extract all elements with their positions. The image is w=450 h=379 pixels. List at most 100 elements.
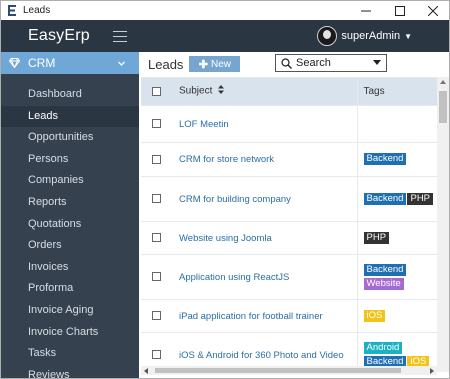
select-all-checkbox[interactable] <box>151 86 161 96</box>
search-dropdown[interactable]: Search <box>275 54 387 72</box>
search-icon <box>281 57 292 69</box>
dropdown-arrow-icon <box>373 60 381 65</box>
sidebar-item-proforma[interactable]: Proforma <box>1 278 139 300</box>
lead-subject-link[interactable]: LOF Meetin <box>179 119 229 130</box>
row-select-cell <box>141 176 171 222</box>
sidebar-item-tasks[interactable]: Tasks <box>1 343 139 365</box>
tag-badge: Backend <box>363 153 407 165</box>
sidebar-item-quotations[interactable]: Quotations <box>1 214 139 236</box>
table-row[interactable]: Website using Joomla PHP <box>141 221 437 255</box>
tag-badge: PHP <box>363 231 390 244</box>
row-select-cell <box>141 254 171 300</box>
tag-badge: iOS <box>363 309 386 322</box>
row-checkbox[interactable] <box>151 272 161 282</box>
minimize-icon <box>361 10 371 11</box>
sidebar-item-reports[interactable]: Reports <box>1 192 139 214</box>
sidebar-item-reviews[interactable]: Reviews <box>1 365 139 378</box>
minimize-button[interactable] <box>349 1 383 20</box>
lead-subject-link[interactable]: Website using Joomla <box>179 233 272 244</box>
subject-header-label: Subject <box>179 85 213 97</box>
sidebar-section-crm[interactable]: CRM <box>1 52 139 74</box>
sidebar-item-orders[interactable]: Orders <box>1 235 139 257</box>
tags-cell: BackendWebsite <box>357 254 437 300</box>
chevron-down-icon <box>118 58 125 66</box>
tags-cell: Backend PHP <box>357 176 437 222</box>
sidebar-item-invoice-aging[interactable]: Invoice Aging <box>1 300 139 322</box>
tag-badge: Backend <box>363 192 407 205</box>
table-row[interactable]: CRM for building company Backend PHP <box>141 176 437 222</box>
row-select-cell <box>141 221 171 255</box>
table-row[interactable]: CRM for store network Backend <box>141 142 437 177</box>
row-checkbox[interactable] <box>151 194 161 204</box>
lead-subject-link[interactable]: CRM for building company <box>179 194 291 205</box>
table-row[interactable]: iPad application for football trainer iOS <box>141 299 437 333</box>
sidebar-item-invoice-charts[interactable]: Invoice Charts <box>1 322 139 344</box>
sidebar-item-dashboard[interactable]: Dashboard <box>1 84 139 106</box>
scrollbar-thumb[interactable] <box>439 91 447 123</box>
row-checkbox[interactable] <box>151 350 161 360</box>
tags-cell <box>357 105 437 143</box>
hamburger-menu-icon[interactable] <box>113 30 127 42</box>
tag-badge: Website <box>363 277 404 290</box>
scroll-up-icon[interactable] <box>440 80 446 84</box>
row-select-cell <box>141 299 171 333</box>
sidebar-item-opportunities[interactable]: Opportunities <box>1 127 139 149</box>
sidebar-item-companies[interactable]: Companies <box>1 170 139 192</box>
table-row[interactable]: Application using ReactJS BackendWebsite <box>141 254 437 300</box>
scroll-right-icon[interactable] <box>430 368 434 374</box>
top-navbar: EasyErp superAdmin ▼ <box>1 20 449 52</box>
sidebar-item-leads[interactable]: Leads <box>1 105 139 128</box>
scroll-left-icon[interactable] <box>144 368 148 374</box>
tags-cell: Backend <box>357 142 437 177</box>
new-button-label: New <box>211 58 232 70</box>
sidebar: CRM Dashboard Leads Opportunities Persons Co… <box>1 52 139 378</box>
app-e-icon <box>6 5 17 16</box>
user-name: superAdmin <box>341 30 401 42</box>
table-row[interactable]: LOF Meetin <box>141 105 437 143</box>
main-content: Leads ✚ New Search Subject Tags LOF Meet… <box>139 52 449 378</box>
lead-subject-link[interactable]: CRM for store network <box>179 154 274 165</box>
row-checkbox[interactable] <box>151 233 161 243</box>
tag-badge: Backend <box>363 263 407 276</box>
subject-cell: iPad application for football trainer <box>171 299 358 333</box>
maximize-icon <box>395 5 405 16</box>
row-checkbox[interactable] <box>151 119 161 129</box>
sidebar-item-persons[interactable]: Persons <box>1 149 139 171</box>
tag-badge: PHP <box>407 192 434 205</box>
tags-cell: PHP <box>357 221 437 255</box>
brand: EasyErp <box>1 20 139 52</box>
diamond-icon <box>9 58 20 69</box>
subject-cell: CRM for building company <box>171 176 358 222</box>
row-select-cell <box>141 142 171 177</box>
select-all-cell <box>141 78 171 106</box>
user-menu[interactable]: superAdmin ▼ <box>317 20 449 52</box>
row-checkbox[interactable] <box>151 154 161 164</box>
tag-badge: Android <box>363 341 403 354</box>
tags-cell: iOS <box>357 299 437 333</box>
subject-cell: LOF Meetin <box>171 105 358 143</box>
avatar <box>317 26 338 46</box>
subject-cell: CRM for store network <box>171 142 358 177</box>
lead-subject-link[interactable]: Application using ReactJS <box>179 272 289 283</box>
row-checkbox[interactable] <box>151 311 161 321</box>
chevron-down-icon: ▼ <box>404 31 412 41</box>
column-header-subject[interactable]: Subject <box>171 78 358 106</box>
app-logo[interactable]: EasyErp <box>28 27 90 45</box>
sidebar-section-label: CRM <box>28 56 56 70</box>
content-header: Leads ✚ New Search <box>139 52 449 76</box>
close-button[interactable] <box>416 1 449 20</box>
maximize-button[interactable] <box>383 1 417 20</box>
plus-icon: ✚ <box>198 58 209 71</box>
horizontal-scrollbar[interactable] <box>141 366 437 375</box>
leads-table: Subject Tags LOF Meetin CRM for store net… <box>141 77 437 372</box>
row-select-cell <box>141 105 171 143</box>
sidebar-item-invoices[interactable]: Invoices <box>1 257 139 279</box>
lead-subject-link[interactable]: iOS & Android for 360 Photo and Video <box>179 350 344 361</box>
lead-subject-link[interactable]: iPad application for football trainer <box>179 311 323 322</box>
scrollbar-thumb[interactable] <box>155 368 401 373</box>
column-header-tags[interactable]: Tags <box>357 78 437 106</box>
vertical-scrollbar[interactable] <box>437 77 449 372</box>
subject-cell: Application using ReactJS <box>171 254 358 300</box>
close-icon <box>428 5 438 16</box>
new-lead-button[interactable]: ✚ New <box>189 56 241 72</box>
